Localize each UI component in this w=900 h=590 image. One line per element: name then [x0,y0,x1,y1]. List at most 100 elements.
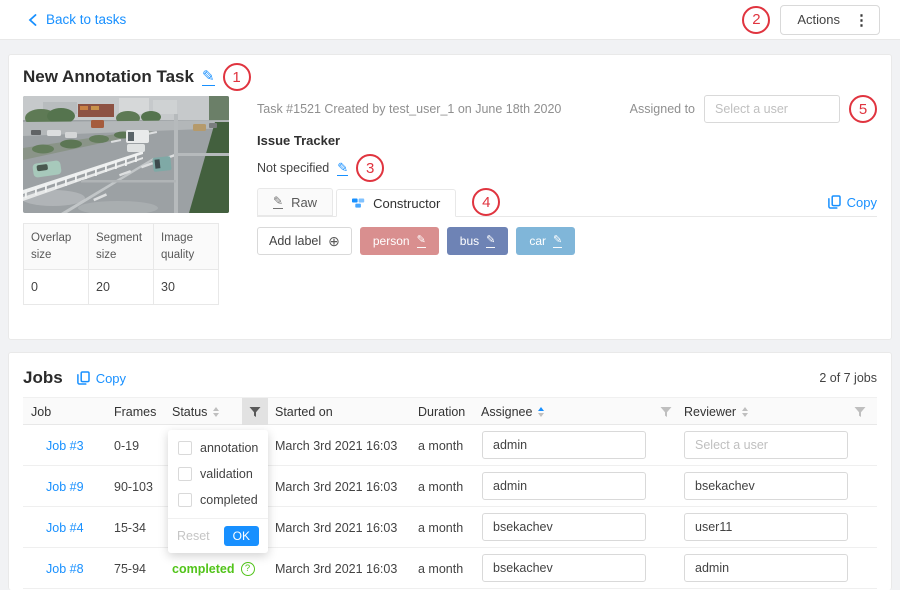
col-reviewer[interactable]: Reviewer [684,398,748,425]
copy-icon [828,195,841,209]
checkbox-annotation[interactable] [178,441,192,455]
back-to-tasks-label: Back to tasks [46,12,126,27]
job-3-duration: a month [418,425,463,466]
job-row-4: Job #4 15-34 March 3rd 2021 16:03 a mont… [23,507,877,548]
job-4-link[interactable]: Job #4 [46,521,84,535]
topbar: Back to tasks 2 Actions ⋮ [0,0,900,40]
add-label-text: Add label [269,234,321,248]
issue-tracker-value-row: Not specified ✎ 3 [257,154,384,182]
filter-option-validation[interactable]: validation [168,461,268,487]
jobs-card: Jobs Copy 2 of 7 jobs Job Frames Status … [8,352,892,590]
edit-issue-tracker-icon[interactable]: ✎ [337,161,348,176]
label-chip-car-name: car [529,234,546,248]
job-4-started: March 3rd 2021 16:03 [275,507,397,548]
copy-jobs-label: Copy [96,371,126,386]
label-chip-person-name: person [373,234,410,248]
col-frames: Frames [114,398,156,425]
edit-label-car-icon[interactable]: ✎ [553,235,562,248]
job-row-9: Job #9 90-103 March 3rd 2021 16:03 a mon… [23,466,877,507]
col-status[interactable]: Status [172,398,219,425]
copy-jobs-link[interactable]: Copy [77,371,126,386]
tab-constructor[interactable]: Constructor [336,189,456,217]
job-8-frames: 75-94 [114,548,146,589]
job-4-reviewer-input[interactable] [684,513,848,541]
issue-tracker-label: Issue Tracker [257,133,340,148]
job-9-link[interactable]: Job #9 [46,480,84,494]
filter-reset-button[interactable]: Reset [177,529,210,543]
filter-ok-button[interactable]: OK [224,526,259,546]
jobs-table-body: Job #3 0-19 March 3rd 2021 16:03 a month… [23,425,877,589]
add-label-button[interactable]: Add label ⊕ [257,227,352,255]
task-meta-row: Task #1521 Created by test_user_1 on Jun… [257,95,877,123]
traffic-scene-illustration [23,96,229,213]
job-9-reviewer-input[interactable] [684,472,848,500]
constructor-blocks-icon [352,198,365,209]
job-8-started: March 3rd 2021 16:03 [275,548,397,589]
job-9-frames: 90-103 [114,466,153,507]
jobs-header: Jobs Copy 2 of 7 jobs [23,365,877,391]
tab-raw[interactable]: ✎ Raw [257,188,333,216]
label-chip-person[interactable]: person ✎ [360,227,439,255]
tab-raw-label: Raw [291,195,317,210]
param-header-segment: Segment size [89,224,154,270]
job-8-assignee-input[interactable] [482,554,646,582]
filter-option-annotation-label: annotation [200,441,258,455]
job-9-assignee-input[interactable] [482,472,646,500]
task-meta: Task #1521 Created by test_user_1 on Jun… [257,102,561,116]
issue-tracker-value: Not specified [257,161,329,175]
checkbox-completed[interactable] [178,493,192,507]
actions-button[interactable]: Actions ⋮ [780,5,880,35]
jobs-title: Jobs [23,368,63,388]
checkbox-validation[interactable] [178,467,192,481]
filter-option-completed[interactable]: completed [168,487,268,513]
job-3-assignee-input[interactable] [482,431,646,459]
edit-task-name-icon[interactable]: ✎ [202,69,215,86]
sort-icon-reviewer [742,407,748,417]
labels-tabbar: ✎ Raw Constructor 4 Copy [257,188,877,217]
filter-icon-status[interactable] [242,398,268,425]
jobs-count: 2 of 7 jobs [819,371,877,385]
edit-label-bus-icon[interactable]: ✎ [486,235,495,248]
job-3-started: March 3rd 2021 16:03 [275,425,397,466]
job-row-8: Job #8 75-94 completed ? March 3rd 2021 … [23,548,877,589]
col-assignee[interactable]: Assignee [481,398,544,425]
labels-row: Add label ⊕ person ✎ bus ✎ car ✎ [257,227,575,255]
filter-icon-assignee[interactable] [653,398,679,425]
job-9-duration: a month [418,466,463,507]
job-3-link[interactable]: Job #3 [46,439,84,453]
actions-label: Actions [797,12,840,27]
filter-option-completed-label: completed [200,493,258,507]
col-started: Started on [275,398,333,425]
job-3-reviewer-input[interactable] [684,431,848,459]
job-4-assignee-input[interactable] [482,513,646,541]
back-to-tasks-link[interactable]: Back to tasks [28,12,126,27]
assigned-to-input[interactable] [704,95,840,123]
param-value-quality: 30 [154,270,219,305]
job-4-frames: 15-34 [114,507,146,548]
sort-icon-status [213,407,219,417]
label-chip-car[interactable]: car ✎ [516,227,575,255]
annotation-circle-3: 3 [356,154,384,182]
task-preview-image [23,96,229,213]
copy-labels-label: Copy [847,195,877,210]
label-chip-bus[interactable]: bus ✎ [447,227,509,255]
param-header-quality: Image quality [154,224,219,270]
annotation-circle-1: 1 [223,63,251,91]
job-8-status-cell: completed ? [172,548,255,589]
help-circle-icon[interactable]: ? [241,562,255,576]
job-8-link[interactable]: Job #8 [46,562,84,576]
plus-circle-icon: ⊕ [328,234,340,248]
task-parameters-table: Overlap size Segment size Image quality … [23,223,219,305]
annotation-circle-4: 4 [472,188,500,216]
job-3-frames: 0-19 [114,425,139,466]
sort-icon-assignee [538,407,544,417]
filter-icon-reviewer[interactable] [847,398,873,425]
copy-labels-link[interactable]: Copy [828,195,877,210]
param-value-overlap: 0 [24,270,89,305]
col-status-label: Status [172,405,207,419]
filter-option-annotation[interactable]: annotation [168,435,268,461]
more-menu-icon: ⋮ [854,11,869,29]
edit-label-person-icon[interactable]: ✎ [417,235,426,248]
job-8-reviewer-input[interactable] [684,554,848,582]
assigned-to-label: Assigned to [630,102,695,116]
